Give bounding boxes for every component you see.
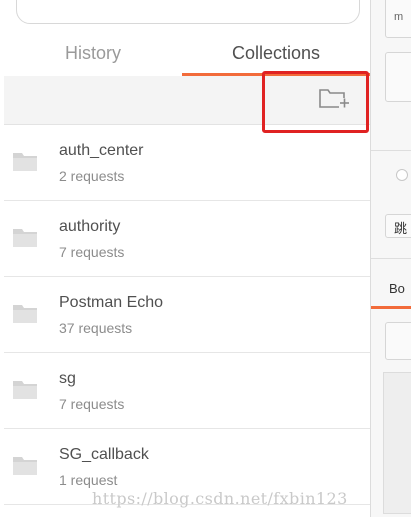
collection-list: auth_center 2 requests authority 7 reque… (4, 125, 370, 505)
search-input[interactable] (16, 0, 360, 24)
collection-request-count: 7 requests (59, 396, 125, 412)
collection-request-count: 1 request (59, 472, 118, 488)
tab-body-fragment[interactable]: Bo (389, 281, 405, 296)
collection-request-count: 37 requests (59, 320, 133, 336)
collection-item-sg[interactable]: sg 7 requests (4, 353, 370, 429)
folder-plus-icon (319, 89, 350, 108)
collection-request-count: 7 requests (59, 244, 125, 260)
collection-name: auth_center (59, 142, 144, 159)
collection-name: authority (59, 218, 121, 235)
collections-toolbar (4, 76, 370, 125)
sidebar: History Collections auth_center 2 reques… (4, 0, 371, 517)
collection-request-count: 2 requests (59, 168, 125, 184)
collection-item-authority[interactable]: authority 7 requests (4, 201, 370, 277)
tab-collections[interactable]: Collections (182, 32, 370, 76)
input-fragment[interactable] (385, 52, 411, 102)
collection-item-sg-callback[interactable]: SG_callback 1 request (4, 429, 370, 505)
sidebar-tabs: History Collections (4, 32, 370, 77)
collection-name: SG_callback (59, 446, 149, 463)
body-option-fragment[interactable] (385, 322, 411, 360)
folder-icon (13, 381, 37, 399)
radio-button[interactable] (396, 169, 408, 181)
request-panel-edge: m 跳 Bo (371, 0, 411, 517)
folder-icon (13, 229, 37, 247)
active-tab-indicator (371, 306, 411, 309)
collection-item-postman-echo[interactable]: Postman Echo 37 requests (4, 277, 370, 353)
collection-name: sg (59, 370, 76, 387)
folder-icon (13, 457, 37, 475)
editor-fragment[interactable] (383, 372, 411, 514)
new-collection-button[interactable] (316, 84, 352, 114)
collection-name: Postman Echo (59, 294, 164, 311)
folder-icon (13, 153, 37, 171)
tab-history[interactable]: History (4, 32, 182, 75)
divider (371, 258, 411, 259)
collection-item-auth-center[interactable]: auth_center 2 requests (4, 125, 370, 201)
select-fragment-text: 跳 (394, 221, 408, 236)
folder-icon (13, 305, 37, 323)
divider (371, 150, 411, 151)
field-fragment-text: m (394, 11, 404, 23)
select-fragment[interactable]: 跳 (385, 214, 411, 238)
url-field-fragment[interactable]: m (385, 0, 411, 38)
